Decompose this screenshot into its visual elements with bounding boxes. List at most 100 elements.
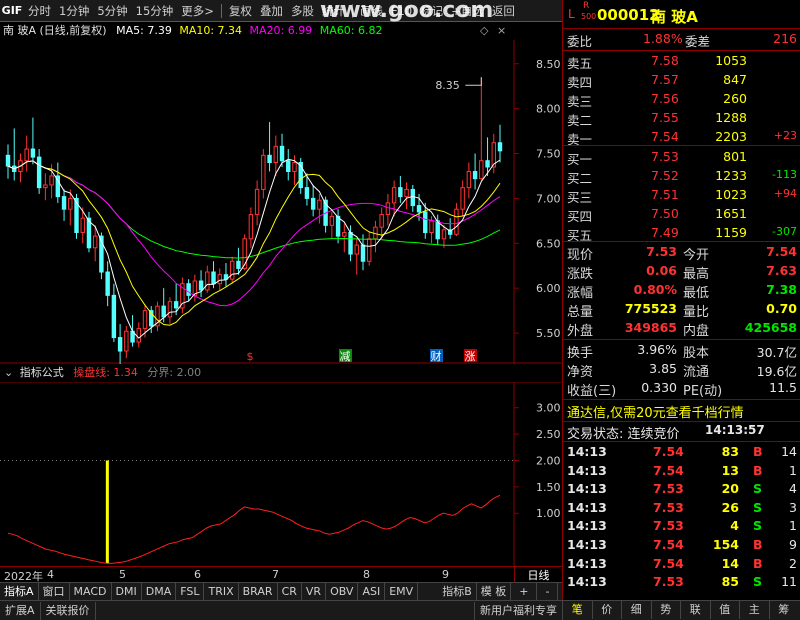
candle-body[interactable]	[105, 271, 110, 296]
promo-text[interactable]: 通达信,仅需20元查看千档行情	[567, 402, 744, 421]
candle-body[interactable]	[142, 310, 148, 330]
tick-row[interactable]: 14:13 7.54 14 B 2	[563, 555, 800, 574]
candle-body[interactable]	[80, 217, 85, 234]
toolbar-item-fenshi[interactable]: 分时	[24, 0, 55, 22]
remove-tab-button[interactable]: -	[537, 583, 559, 600]
tab-shi[interactable]: 势	[650, 601, 681, 619]
tick-row[interactable]: 14:13 7.54 13 B 1	[563, 462, 800, 481]
candle-body[interactable]	[472, 170, 478, 180]
candle-body[interactable]	[5, 154, 11, 167]
tab-lian[interactable]: 联	[680, 601, 710, 619]
candle-body[interactable]	[167, 301, 173, 318]
tab-vr[interactable]: VR	[302, 583, 327, 600]
tab-template[interactable]: 模 板	[477, 583, 512, 600]
candle-body[interactable]	[198, 280, 204, 291]
candle-body[interactable]	[342, 232, 347, 237]
candle-body[interactable]	[217, 274, 222, 285]
tab-jia[interactable]: 价	[591, 601, 622, 619]
indicator-title[interactable]: 指标公式	[20, 366, 64, 379]
candle-body[interactable]	[205, 271, 210, 291]
tab-indicator-b[interactable]: 指标B	[438, 583, 477, 600]
candle-body[interactable]	[429, 220, 434, 234]
toolbar-item-1min[interactable]: 1分钟	[55, 0, 93, 22]
chevron-down-icon[interactable]: ⌄	[4, 366, 13, 379]
candle-body[interactable]	[292, 162, 297, 172]
candle-body[interactable]	[354, 244, 359, 255]
tick-row[interactable]: 14:13 7.53 4 S 1	[563, 517, 800, 536]
tab-dma[interactable]: DMA	[142, 583, 177, 600]
period-dayline-button[interactable]: 日线	[514, 566, 562, 582]
toolbar-item-fuquan[interactable]: 复权	[225, 0, 256, 22]
candle-body[interactable]	[267, 154, 272, 164]
candle-body[interactable]	[379, 214, 384, 228]
tab-cr[interactable]: CR	[278, 583, 302, 600]
toolbar-item-5min[interactable]: 5分钟	[93, 0, 131, 22]
candle-body[interactable]	[279, 145, 285, 162]
candle-body[interactable]	[317, 199, 322, 210]
candlestick-chart[interactable]: 8.508.007.507.006.506.005.508.355.17$减财涨	[0, 40, 562, 364]
candle-body[interactable]	[24, 148, 29, 162]
candle-body[interactable]	[49, 175, 54, 186]
candle-body[interactable]	[111, 294, 117, 339]
diamond-icon[interactable]: ◇	[480, 22, 488, 40]
candle-body[interactable]	[61, 196, 67, 210]
status-related-quote[interactable]: 关联报价	[41, 601, 96, 620]
tab-indicator-a[interactable]: 指标A	[0, 583, 39, 600]
tab-brar[interactable]: BRAR	[239, 583, 278, 600]
candle-body[interactable]	[273, 145, 279, 164]
order-book-row[interactable]: 买一 7.53 801	[563, 148, 800, 167]
order-book-row[interactable]: 卖三 7.56 260	[563, 90, 800, 109]
candle-body[interactable]	[460, 187, 465, 210]
candle-body[interactable]	[348, 232, 353, 255]
status-extend-a[interactable]: 扩展A	[0, 601, 41, 620]
tick-row[interactable]: 14:13 7.53 20 S 4	[563, 480, 800, 499]
candle-body[interactable]	[441, 229, 447, 240]
candle-body[interactable]	[410, 188, 416, 207]
candle-body[interactable]	[466, 170, 472, 189]
tick-row[interactable]: 14:13 7.53 85 S 11	[563, 573, 800, 592]
candle-body[interactable]	[423, 211, 428, 234]
tick-row[interactable]: 14:13 7.53 26 S 3	[563, 499, 800, 518]
candle-body[interactable]	[398, 187, 403, 198]
candle-body[interactable]	[435, 220, 440, 240]
tab-xi[interactable]: 细	[621, 601, 651, 619]
indicator-chart[interactable]: 3.00 2.50 2.00 1.50 1.00	[0, 382, 562, 566]
candle-body[interactable]	[310, 197, 316, 210]
candle-body[interactable]	[136, 328, 141, 343]
tab-chou[interactable]: 筹	[768, 601, 799, 619]
candle-body[interactable]	[30, 148, 36, 158]
candle-body[interactable]	[497, 142, 503, 152]
candle-body[interactable]	[36, 156, 42, 189]
order-book-row[interactable]: 买三 7.51 1023 +94	[563, 186, 800, 205]
candle-body[interactable]	[43, 184, 48, 189]
candle-body[interactable]	[161, 305, 166, 318]
tab-zhi[interactable]: 值	[709, 601, 740, 619]
order-book-row[interactable]: 卖二 7.55 1288	[563, 109, 800, 128]
candle-body[interactable]	[117, 337, 123, 352]
candle-body[interactable]	[124, 330, 129, 352]
tab-trix[interactable]: TRIX	[204, 583, 239, 600]
toolbar-item-more[interactable]: 更多>	[177, 0, 218, 22]
candle-body[interactable]	[416, 205, 422, 213]
candle-body[interactable]	[304, 187, 310, 199]
candle-body[interactable]	[229, 260, 235, 280]
candle-body[interactable]	[335, 215, 341, 237]
tab-fsl[interactable]: FSL	[176, 583, 205, 600]
marker-finance[interactable]: 财	[431, 349, 442, 363]
candle-body[interactable]	[248, 214, 254, 240]
tick-row[interactable]: 14:13 7.54 83 B 14	[563, 443, 800, 462]
candle-body[interactable]	[367, 238, 372, 262]
marker-rise[interactable]: 涨	[465, 350, 476, 363]
candle-body[interactable]	[485, 160, 490, 168]
tab-asi[interactable]: ASI	[358, 583, 386, 600]
tab-window[interactable]: 窗口	[39, 583, 70, 600]
tab-emv[interactable]: EMV	[385, 583, 419, 600]
status-promo[interactable]: 新用户福利专享	[474, 601, 563, 620]
order-book-row[interactable]: 卖四 7.57 847	[563, 71, 800, 90]
candle-body[interactable]	[186, 283, 191, 296]
tab-macd[interactable]: MACD	[70, 583, 112, 600]
candle-body[interactable]	[329, 215, 335, 226]
candle-body[interactable]	[173, 301, 179, 309]
candle-body[interactable]	[261, 154, 266, 190]
candle-body[interactable]	[360, 244, 366, 262]
